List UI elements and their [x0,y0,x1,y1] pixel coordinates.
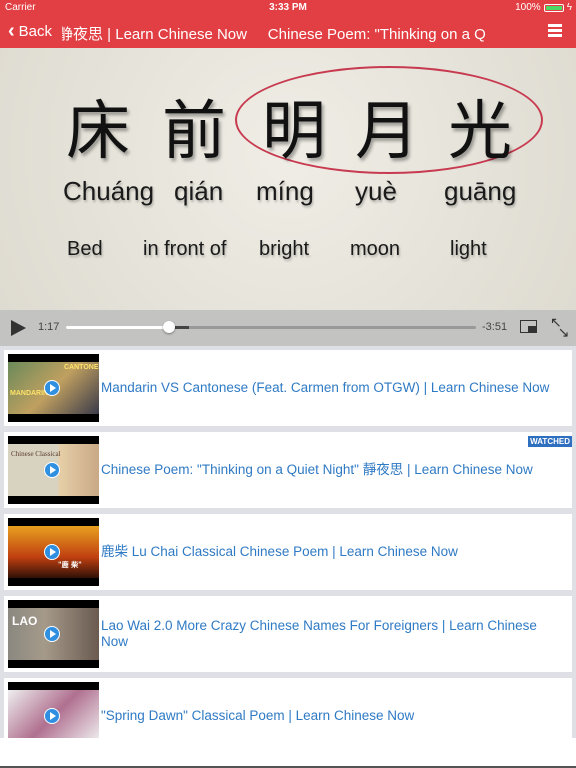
progress-slider[interactable] [66,321,476,333]
thumb-label: CANTONESE [64,364,99,371]
list-item[interactable]: "鹿 柴" 鹿柴 Lu Chai Classical Chinese Poem … [4,514,572,590]
fullscreen-icon[interactable]: ↖ ↘ [550,315,570,339]
battery-percent: 100% [515,2,541,13]
video-thumbnail [8,682,99,738]
video-list[interactable]: MANDARIN CANTONESE Mandarin VS Cantonese… [0,346,576,738]
gloss-word: bright [259,238,310,260]
battery-status: 100% ϟ [515,2,572,13]
play-badge-icon [44,462,60,478]
video-title[interactable]: 鹿柴 Lu Chai Classical Chinese Poem | Lear… [101,514,564,590]
gloss-word: light [450,238,487,260]
list-item[interactable]: Chinese Classical Chinese Poem: "Thinkin… [4,432,572,508]
scrolling-title: ht" 静夜思 | Learn Chinese Now Chinese Poem… [62,23,532,44]
gloss-word: Bed [67,238,103,260]
video-title[interactable]: Mandarin VS Cantonese (Feat. Carmen from… [101,350,564,426]
play-badge-icon [44,544,60,560]
play-badge-icon [44,708,60,724]
video-thumbnail: MANDARIN CANTONESE [8,354,99,422]
thumb-label: MANDARIN [10,390,49,397]
list-item[interactable]: "Spring Dawn" Classical Poem | Learn Chi… [4,678,572,738]
hamburger-icon[interactable] [548,24,562,39]
back-label: Back [18,22,53,40]
back-button[interactable]: ‹ Back [8,20,53,42]
hanzi-char: 光 [448,95,512,169]
play-icon[interactable] [11,320,26,336]
current-time: 1:17 [38,321,60,333]
pinyin-word: yuè [355,176,397,206]
play-badge-icon [44,626,60,642]
bottom-bar [0,738,576,768]
play-badge-icon [44,380,60,396]
pinyin-word: qián [174,176,224,206]
video-title[interactable]: Chinese Poem: "Thinking on a Quiet Night… [101,432,564,508]
picture-in-picture-icon[interactable] [520,320,537,333]
video-title[interactable]: "Spring Dawn" Classical Poem | Learn Chi… [101,678,564,738]
pinyin-word: guāng [444,176,517,206]
video-thumbnail: Chinese Classical [8,436,99,504]
thumb-label: LAO [12,614,38,628]
remaining-time: -3:51 [482,321,508,333]
pinyin-word: míng [256,176,314,206]
video-title[interactable]: Lao Wai 2.0 More Crazy Chinese Names For… [101,596,564,672]
played-bar [66,326,169,329]
hanzi-char: 床 [66,95,130,169]
bolt-icon: ϟ [566,2,572,13]
gloss-word: in front of [143,238,227,260]
list-item[interactable]: LAO Lao Wai 2.0 More Crazy Chinese Names… [4,596,572,672]
list-item[interactable]: MANDARIN CANTONESE Mandarin VS Cantonese… [4,350,572,426]
video-thumbnail: LAO [8,600,99,668]
video-thumbnail: "鹿 柴" [8,518,99,586]
pinyin-word: Chuáng [63,176,155,206]
hanzi-char: 月 [355,95,419,169]
battery-icon [543,3,564,12]
status-bar: Carrier 3:33 PM 100% ϟ [0,0,576,16]
thumb-label: Chinese Classical [11,450,61,458]
watched-badge: WATCHED [528,436,572,447]
navigation-bar: ‹ Back ht" 静夜思 | Learn Chinese Now Chine… [0,16,576,48]
chevron-left-icon: ‹ [8,20,15,42]
slider-thumb[interactable] [162,321,175,333]
clock: 3:33 PM [269,2,307,13]
player-controls: 1:17 -3:51 ↖ ↘ [0,310,576,346]
thumb-label: "鹿 柴" [58,560,82,569]
gloss-word: moon [350,238,401,260]
hanzi-char: 前 [162,95,226,169]
title-text: ht" 静夜思 | Learn Chinese Now Chinese Poem… [62,26,486,43]
video-player[interactable]: 床 前 明 月 光 Chuáng qián míng yuè guāng Bed… [0,48,576,310]
hanzi-char: 明 [262,95,326,169]
